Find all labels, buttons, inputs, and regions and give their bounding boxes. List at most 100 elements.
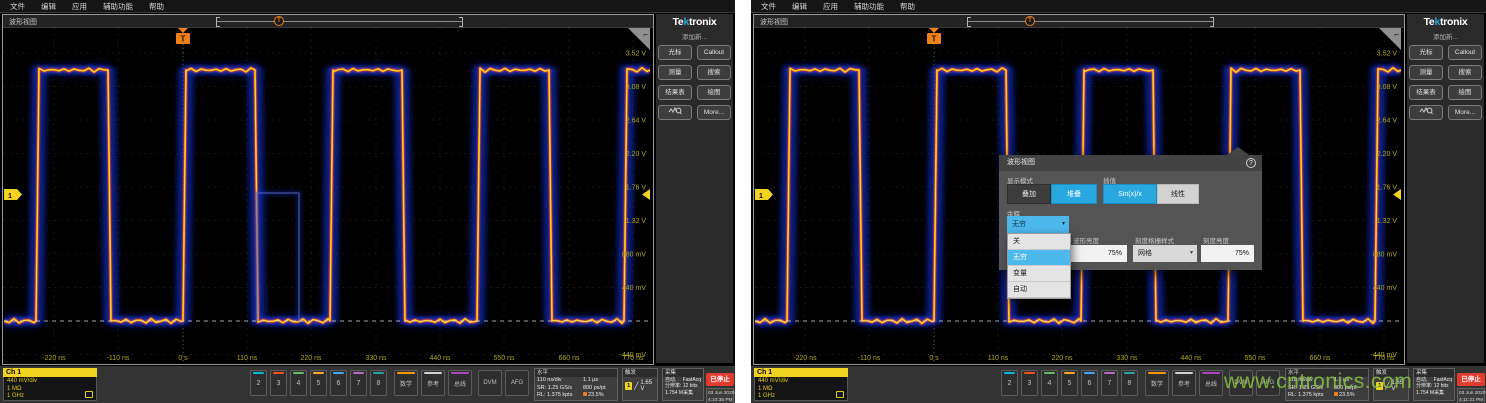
math-button[interactable]: 数学 <box>1145 370 1169 396</box>
waveform-display[interactable]: 3.52 V3.08 V2.64 V2.20 V1.76 V1.32 V880 … <box>4 28 650 363</box>
channel-2-button[interactable]: 2 <box>1001 370 1018 396</box>
afg-button[interactable]: AFG <box>505 370 529 396</box>
menu-item-3[interactable]: 辅助功能 <box>103 1 133 12</box>
scrollbar-track[interactable] <box>216 21 463 22</box>
waveform-view-window: 波形视图 T 3.52 V3.08 V2.64 V2.20 V1.76 V1.3… <box>2 14 654 365</box>
channel-1-marker[interactable]: 1 <box>755 189 773 200</box>
menu-item-1[interactable]: 编辑 <box>792 1 807 12</box>
trigger-marker-flag[interactable]: T <box>176 28 190 44</box>
trigger-position-knob[interactable]: T <box>274 16 284 26</box>
add-new-buttons-row4: More... <box>1407 105 1484 120</box>
channel-3-button[interactable]: 3 <box>270 370 287 396</box>
math-button[interactable]: 数学 <box>394 370 418 396</box>
horizontal-panel[interactable]: 水平 110 ns/div1.1 µsSR: 1.25 GS/s800 ps/p… <box>534 368 618 401</box>
watermark: www.cntronics.com <box>1224 370 1412 394</box>
trigger-marker-flag[interactable]: T <box>927 28 941 44</box>
channel-7-button[interactable]: 7 <box>350 370 367 396</box>
time-label: 550 ns <box>1244 355 1266 362</box>
graticule[interactable]: 3.52 V3.08 V2.64 V2.20 V1.76 V1.32 V880 … <box>4 28 650 363</box>
cursors-button[interactable]: 光标 <box>1409 45 1443 60</box>
cursors-button[interactable]: 光标 <box>658 45 692 60</box>
menu-item-2[interactable]: 应用 <box>72 1 87 12</box>
channel-4-button[interactable]: 4 <box>1041 370 1058 396</box>
bus-button[interactable]: 总线 <box>1199 370 1223 396</box>
channel-7-button[interactable]: 7 <box>1101 370 1118 396</box>
channel-1-marker[interactable]: 1 <box>4 189 22 200</box>
horizontal-pan-scrollbar[interactable]: T <box>216 16 463 27</box>
plot-button[interactable]: 绘图 <box>1448 85 1482 100</box>
channel-6-button[interactable]: 6 <box>1081 370 1098 396</box>
linear-interpolation-button[interactable]: 线性 <box>1157 184 1199 204</box>
persistence-option-0[interactable]: 关 <box>1008 234 1070 250</box>
menu-item-3[interactable]: 辅助功能 <box>854 1 884 12</box>
channel-8-button[interactable]: 8 <box>370 370 387 396</box>
menu-item-0[interactable]: 文件 <box>10 1 25 12</box>
svg-text:1: 1 <box>759 193 763 200</box>
measure-button[interactable]: 测量 <box>1409 65 1443 80</box>
trigger-panel[interactable]: 触发 1 ╱ 1.65 V <box>622 368 658 401</box>
menu-item-2[interactable]: 应用 <box>823 1 838 12</box>
persistence-dropdown[interactable]: 无穷 ▾ <box>1007 216 1069 233</box>
channel-8-button[interactable]: 8 <box>1121 370 1138 396</box>
more-button[interactable]: More... <box>697 105 731 120</box>
persistence-option-3[interactable]: 自动 <box>1008 282 1070 298</box>
sinx-interpolation-button[interactable]: Sin(x)/x <box>1103 184 1157 204</box>
channel-1-badge[interactable]: Ch 1 440 mV/div 1 MΩ 1 GHz <box>3 368 97 401</box>
color-stripe <box>1175 372 1193 374</box>
channel-1-badge[interactable]: Ch 1 440 mV/div 1 MΩ 1 GHz <box>754 368 848 401</box>
waveform-view-tab[interactable]: 波形视图 <box>760 17 788 27</box>
acquisition-panel[interactable]: 采集 自动, FastAcq 分辨率: 12 bits 1.754 M采集 <box>1413 368 1455 401</box>
plot-button[interactable]: 绘图 <box>697 85 731 100</box>
menu-item-4[interactable]: 帮助 <box>149 1 164 12</box>
trigger-position-knob[interactable]: T <box>1025 16 1035 26</box>
waveform-intensity-label: 波形亮度 <box>1073 235 1099 245</box>
waveform-view-tab[interactable]: 波形视图 <box>9 17 37 27</box>
horizontal-pan-scrollbar[interactable]: T <box>967 16 1214 27</box>
time-label: 0 s <box>929 355 939 362</box>
channel-6-button[interactable]: 6 <box>330 370 347 396</box>
stacked-mode-button[interactable]: 堆叠 <box>1051 184 1097 204</box>
acquisition-panel[interactable]: 采集 自动, FastAcq 分辨率: 12 bits 1.754 M采集 <box>662 368 704 401</box>
scrollbar-left-bracket <box>216 17 220 27</box>
callout-button[interactable]: Callout <box>1448 45 1482 60</box>
search-button[interactable]: 搜索 <box>1448 65 1482 80</box>
channel-5-button[interactable]: 5 <box>1061 370 1078 396</box>
results-table-button[interactable]: 结果表 <box>658 85 692 100</box>
channel-5-button[interactable]: 5 <box>310 370 327 396</box>
callout-button[interactable]: Callout <box>697 45 731 60</box>
ref-button[interactable]: 参考 <box>1172 370 1196 396</box>
graticule-intensity-field[interactable]: 75% <box>1201 245 1254 262</box>
channel-3-button[interactable]: 3 <box>1021 370 1038 396</box>
bus-button[interactable]: 总线 <box>448 370 472 396</box>
help-icon[interactable]: ? <box>1246 158 1256 168</box>
menu-item-4[interactable]: 帮助 <box>900 1 915 12</box>
channel-2-button[interactable]: 2 <box>250 370 267 396</box>
search-button[interactable]: 搜索 <box>697 65 731 80</box>
measure-button[interactable]: 测量 <box>658 65 692 80</box>
graticule-style-dropdown[interactable]: 网格 ▾ <box>1133 245 1197 262</box>
channel-4-button[interactable]: 4 <box>290 370 307 396</box>
stopped-button[interactable]: 已停止 <box>1457 373 1485 386</box>
scrollbar-track[interactable] <box>967 21 1214 22</box>
acquisition-resolution: 分辨率: 12 bits <box>663 383 703 389</box>
draw-a-box-corner[interactable]: ⌐ <box>628 28 650 50</box>
overlay-mode-button[interactable]: 叠加 <box>1007 184 1051 204</box>
menu-item-0[interactable]: 文件 <box>761 1 776 12</box>
ref-button[interactable]: 参考 <box>421 370 445 396</box>
persistence-option-2[interactable]: 变量 <box>1008 266 1070 282</box>
results-table-button[interactable]: 结果表 <box>1409 85 1443 100</box>
draw-a-box-corner[interactable]: ⌐ <box>1379 28 1401 50</box>
horizontal-position-icon <box>583 392 587 396</box>
channel-1-title: Ch 1 <box>3 368 97 377</box>
waveform-intensity-field[interactable]: 75% <box>1071 245 1127 262</box>
persistence-option-1[interactable]: 无穷 <box>1008 250 1070 266</box>
plot-tools-icon-button[interactable] <box>658 105 692 120</box>
stopped-button[interactable]: 已停止 <box>706 373 734 386</box>
caret-down-icon: ▾ <box>1062 216 1065 233</box>
more-button[interactable]: More... <box>1448 105 1482 120</box>
channel-buttons: 2345678 <box>1001 370 1138 396</box>
plot-tools-icon-button[interactable] <box>1409 105 1443 120</box>
dvm-button[interactable]: DVM <box>478 370 502 396</box>
menu-item-1[interactable]: 编辑 <box>41 1 56 12</box>
horizontal-value: 1.1 µs <box>583 377 617 385</box>
